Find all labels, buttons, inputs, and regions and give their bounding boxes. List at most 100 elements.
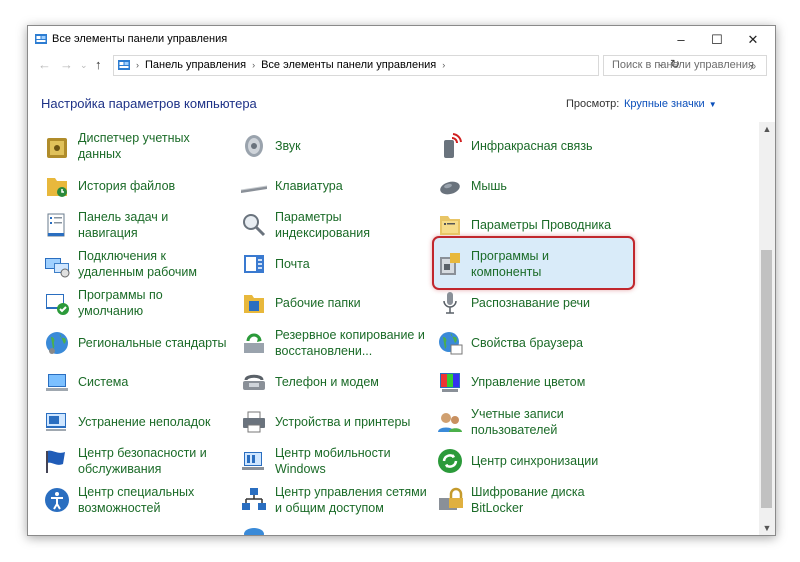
color-management-icon (440, 373, 460, 392)
explorer-options-icon (440, 216, 460, 235)
item-label: Учетные записи пользователей (471, 407, 564, 437)
browser-icon (439, 332, 463, 355)
list-item[interactable]: Центр безопасности и обслуживания (43, 445, 228, 481)
list-item[interactable]: Диспетчер учетных данных (43, 130, 228, 166)
maximize-button[interactable]: ☐ (700, 26, 734, 53)
item-label: Программы по умолчанию (78, 288, 163, 318)
breadcrumb-separator-icon[interactable]: › (442, 60, 445, 70)
list-item[interactable]: Устройства и принтеры (240, 406, 425, 442)
item-label: Центр управления сетями и общим доступом (275, 485, 427, 515)
troubleshooting-icon (46, 413, 66, 431)
list-item[interactable]: Устранение неполадок (43, 406, 228, 442)
microphone-icon (443, 292, 457, 314)
view-mode-dropdown[interactable]: Крупные значки ▼ (624, 98, 717, 110)
item-label: Распознавание речи (471, 296, 591, 310)
mouse-icon (440, 181, 460, 195)
item-label: Почта (275, 257, 310, 271)
list-item[interactable]: Параметры индексирования (240, 209, 425, 245)
list-item[interactable]: Почта (240, 248, 425, 284)
user-accounts-icon (438, 413, 462, 432)
item-label: Устройства и принтеры (275, 415, 411, 429)
list-item[interactable]: Центр мобильности Windows (240, 445, 425, 481)
region-icon (46, 332, 68, 354)
work-folders-icon (244, 295, 264, 313)
item-label: Панель задач и навигация (78, 210, 169, 240)
list-item[interactable]: Программы и компоненты (436, 248, 626, 284)
item-label: Свойства браузера (471, 336, 583, 350)
dropdown-caret-icon: ▼ (708, 100, 717, 109)
list-item[interactable]: Региональные стандарты (43, 327, 228, 363)
printer-icon (243, 411, 265, 433)
up-arrow-icon[interactable]: ↑ (95, 57, 102, 72)
list-item[interactable]: Подключения к удаленным рабочим (43, 248, 228, 284)
list-item[interactable]: Шифрование диска BitLocker (436, 484, 626, 520)
list-item[interactable]: Система (43, 366, 228, 402)
item-label: Шифрование диска BitLocker (471, 485, 585, 515)
item-label: Мышь (471, 179, 507, 193)
view-label: Просмотр: (566, 98, 620, 110)
item-label: Телефон и модем (275, 375, 379, 389)
scroll-thumb[interactable] (761, 250, 772, 508)
bitlocker-icon (439, 487, 463, 510)
item-label: Региональные стандарты (78, 336, 227, 350)
forward-arrow-icon[interactable]: → (60, 57, 73, 72)
list-item[interactable]: Центр синхронизации (436, 445, 626, 481)
item-label: Звук (275, 139, 301, 153)
search-icon[interactable]: ⌕ (750, 59, 757, 74)
accessibility-icon (45, 488, 69, 512)
list-item[interactable]: Распознавание речи (436, 287, 626, 323)
item-label: Программы и компоненты (471, 249, 549, 279)
vertical-scrollbar[interactable]: ▲ ▼ (759, 122, 775, 535)
list-item[interactable]: Звук (240, 130, 425, 166)
list-item[interactable]: Учетные записи пользователей (436, 406, 626, 442)
list-item[interactable]: История файлов (43, 170, 228, 206)
security-flag-icon (46, 450, 65, 473)
backup-icon (244, 333, 264, 353)
minimize-button[interactable]: – (664, 26, 698, 53)
scroll-down-icon[interactable]: ▼ (759, 523, 775, 533)
breadcrumb-control-panel[interactable]: Панель управления (145, 59, 246, 71)
speaker-icon (245, 135, 263, 157)
breadcrumb-separator-icon[interactable]: › (136, 60, 139, 70)
search-input[interactable]: Поиск в панели управления ⌕ (603, 55, 767, 76)
back-arrow-icon[interactable]: ← (38, 57, 51, 72)
item-label: Система (78, 375, 129, 389)
address-bar[interactable]: › Панель управления › Все элементы панели у… (113, 55, 680, 76)
item-label: Центр специальных возможностей (78, 485, 195, 515)
taskbar-icon (47, 213, 65, 237)
list-item[interactable]: Свойства браузера (436, 327, 626, 363)
item-label: История файлов (78, 179, 176, 193)
keyboard-icon (240, 185, 268, 193)
title-bar[interactable]: Все элементы панели управления – ☐ ✕ (28, 26, 775, 53)
control-panel-icon (35, 34, 47, 44)
control-panel-window: Все элементы панели управления – ☐ ✕ ← →… (27, 25, 776, 536)
recent-dropdown-icon[interactable]: ⌄ (80, 60, 88, 71)
item-label: Центр мобильности Windows (275, 446, 391, 476)
sync-icon (438, 449, 462, 473)
mobility-icon (242, 452, 264, 470)
list-item[interactable]: Управление цветом (436, 366, 626, 402)
close-button[interactable]: ✕ (736, 26, 770, 53)
list-item[interactable]: Параметры Проводника (436, 209, 626, 245)
list-item[interactable]: Мышь (436, 170, 626, 206)
system-icon (46, 374, 68, 391)
item-label: Резервное копирование и восстановлени... (275, 328, 425, 358)
cut-off-row-icon (244, 528, 264, 535)
list-item[interactable]: Центр специальных возможностей (43, 484, 228, 520)
item-label: Инфракрасная связь (471, 139, 593, 153)
list-item[interactable]: Клавиатура (240, 170, 425, 206)
item-label: Подключения к удаленным рабочим (78, 249, 198, 279)
scroll-up-icon[interactable]: ▲ (759, 124, 775, 134)
list-item[interactable]: Инфракрасная связь (436, 130, 626, 166)
list-item[interactable]: Резервное копирование и восстановлени... (240, 327, 425, 363)
list-item[interactable]: Программы по умолчанию (43, 287, 228, 323)
list-item[interactable]: Панель задач и навигация (43, 209, 228, 245)
list-item[interactable]: Центр управления сетями и общим доступом (240, 484, 427, 520)
list-item[interactable]: Рабочие папки (240, 287, 425, 323)
breadcrumb-separator-icon[interactable]: › (252, 60, 255, 70)
breadcrumb: › Панель управления › Все элементы панели у… (136, 59, 451, 71)
list-item[interactable]: Телефон и модем (240, 366, 425, 402)
item-label: Центр безопасности и обслуживания (78, 446, 207, 476)
breadcrumb-all-items[interactable]: Все элементы панели управления (261, 59, 436, 71)
indexing-icon (243, 214, 266, 237)
